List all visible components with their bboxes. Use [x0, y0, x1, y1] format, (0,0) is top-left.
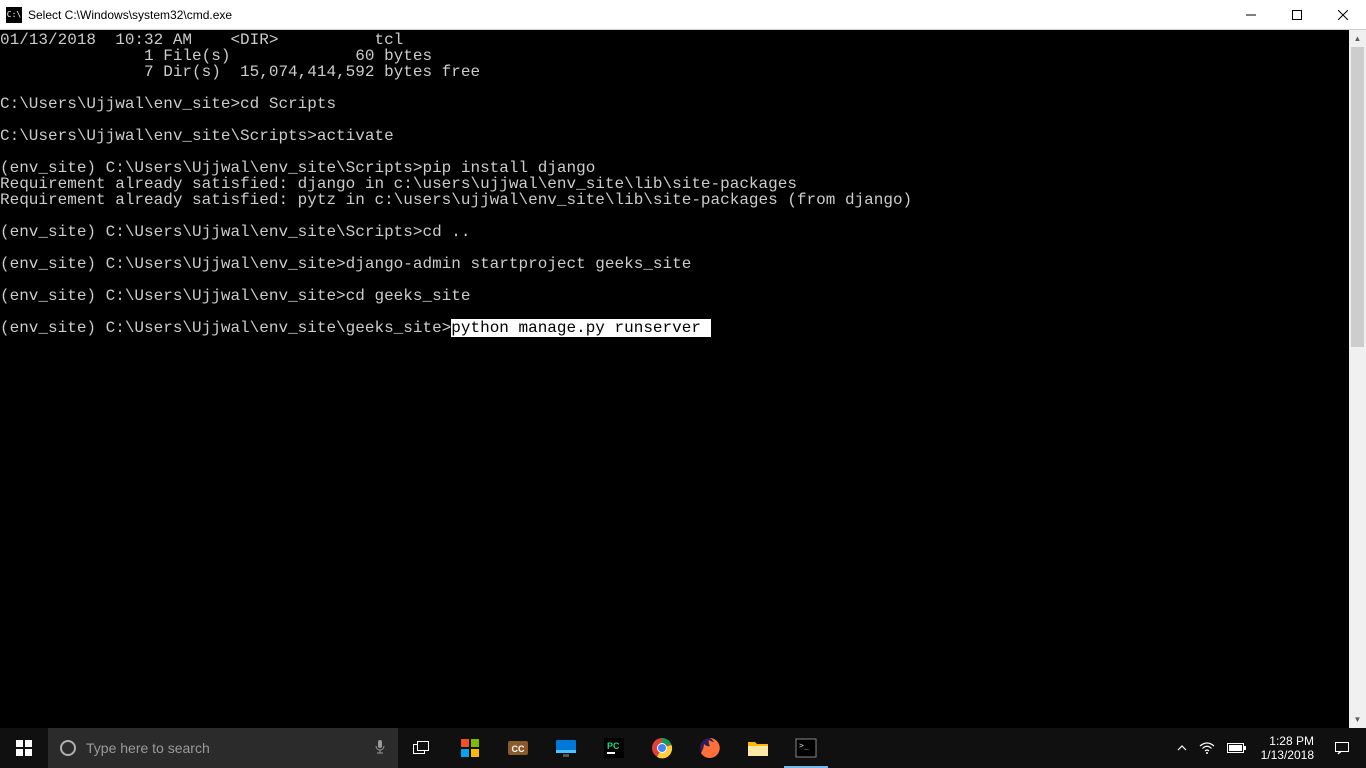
terminal-line: 7 Dir(s) 15,074,414,592 bytes free: [0, 64, 1349, 80]
start-button[interactable]: [0, 728, 48, 768]
clock-time: 1:28 PM: [1261, 734, 1314, 748]
action-center-button[interactable]: [1322, 740, 1362, 756]
terminal-selected-text: python manage.py runserver: [451, 319, 701, 337]
window-title: Select C:\Windows\system32\cmd.exe: [28, 8, 1228, 22]
vertical-scrollbar[interactable]: ▲ ▼: [1349, 30, 1366, 728]
svg-text:PC: PC: [607, 741, 620, 751]
terminal-line: 01/13/2018 10:32 AM <DIR> tcl: [0, 32, 1349, 48]
microsoft-store-icon[interactable]: [446, 728, 494, 768]
terminal-line: (env_site) C:\Users\Ujjwal\env_site\Scri…: [0, 160, 1349, 176]
terminal-line: 1 File(s) 60 bytes: [0, 48, 1349, 64]
terminal-line: (env_site) C:\Users\Ujjwal\env_site\Scri…: [0, 224, 1349, 240]
window-titlebar[interactable]: C:\ Select C:\Windows\system32\cmd.exe: [0, 0, 1366, 30]
scroll-up-arrow[interactable]: ▲: [1349, 30, 1366, 47]
pycharm-icon[interactable]: PC: [590, 728, 638, 768]
battery-icon[interactable]: [1221, 728, 1253, 768]
mic-icon[interactable]: [374, 739, 386, 758]
terminal-line: [0, 208, 1349, 224]
captions-icon[interactable]: CC: [494, 728, 542, 768]
cmd-icon[interactable]: >_: [782, 728, 830, 768]
terminal-line: [0, 80, 1349, 96]
terminal-prompt: (env_site) C:\Users\Ujjwal\env_site\geek…: [0, 319, 451, 337]
window-controls: [1228, 0, 1366, 29]
firefox-icon[interactable]: [686, 728, 734, 768]
terminal-line: (env_site) C:\Users\Ujjwal\env_site>cd g…: [0, 288, 1349, 304]
chrome-icon[interactable]: [638, 728, 686, 768]
file-explorer-icon[interactable]: [734, 728, 782, 768]
terminal-line: C:\Users\Ujjwal\env_site>cd Scripts: [0, 96, 1349, 112]
terminal-line: [0, 304, 1349, 320]
search-icon: [60, 740, 76, 756]
terminal-line: (env_site) C:\Users\Ujjwal\env_site>djan…: [0, 256, 1349, 272]
minimize-button[interactable]: [1228, 0, 1274, 29]
taskbar-clock[interactable]: 1:28 PM 1/13/2018: [1253, 734, 1322, 762]
terminal-current-line[interactable]: (env_site) C:\Users\Ujjwal\env_site\geek…: [0, 320, 1349, 336]
task-view-button[interactable]: [398, 728, 446, 768]
terminal-line: [0, 112, 1349, 128]
scroll-down-arrow[interactable]: ▼: [1349, 711, 1366, 728]
terminal-area[interactable]: 01/13/2018 10:32 AM <DIR> tcl 1 File(s) …: [0, 30, 1366, 728]
terminal-line: [0, 240, 1349, 256]
terminal-line: [0, 144, 1349, 160]
clock-date: 1/13/2018: [1261, 748, 1314, 762]
system-tray: 1:28 PM 1/13/2018: [1171, 728, 1366, 768]
tray-overflow-chevron[interactable]: [1171, 728, 1193, 768]
terminal-line: C:\Users\Ujjwal\env_site\Scripts>activat…: [0, 128, 1349, 144]
explorer-desktop-icon[interactable]: [542, 728, 590, 768]
terminal-line: Requirement already satisfied: django in…: [0, 176, 1349, 192]
svg-text:>_: >_: [799, 741, 809, 750]
terminal-line: Requirement already satisfied: pytz in c…: [0, 192, 1349, 208]
terminal-line: [0, 272, 1349, 288]
cmd-window-icon: C:\: [6, 7, 22, 23]
taskbar-search[interactable]: Type here to search: [48, 728, 398, 768]
terminal-cursor: [701, 319, 711, 337]
taskbar: Type here to search CC PC >_ 1:28 PM 1/13/…: [0, 728, 1366, 768]
close-button[interactable]: [1320, 0, 1366, 29]
scroll-thumb[interactable]: [1351, 47, 1364, 347]
svg-text:CC: CC: [512, 744, 525, 754]
terminal-output[interactable]: 01/13/2018 10:32 AM <DIR> tcl 1 File(s) …: [0, 30, 1349, 728]
scroll-track[interactable]: [1349, 47, 1366, 711]
maximize-button[interactable]: [1274, 0, 1320, 29]
wifi-icon[interactable]: [1193, 728, 1221, 768]
search-placeholder: Type here to search: [86, 740, 364, 756]
